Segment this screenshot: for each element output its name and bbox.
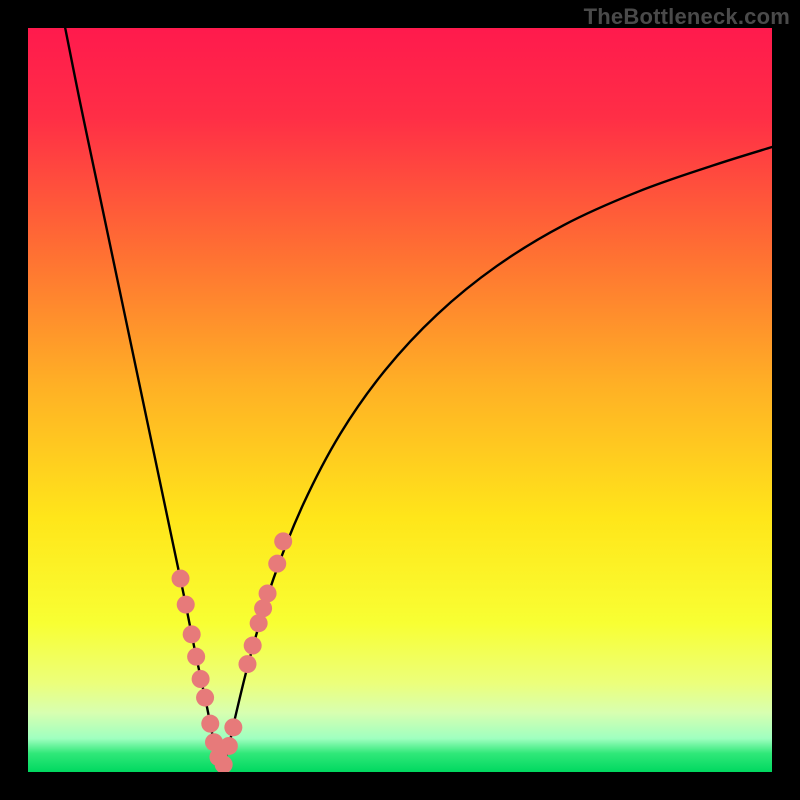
data-marker [220,737,238,755]
data-marker [192,670,210,688]
chart-frame: TheBottleneck.com [0,0,800,800]
data-marker [224,718,242,736]
data-marker [201,715,219,733]
chart-svg [28,28,772,772]
data-marker [244,637,262,655]
data-marker [172,570,190,588]
data-marker [196,689,214,707]
marker-group [172,532,293,772]
data-marker [187,648,205,666]
data-marker [268,555,286,573]
watermark-text: TheBottleneck.com [584,4,790,30]
data-marker [183,625,201,643]
data-marker [177,596,195,614]
plot-area [28,28,772,772]
data-marker [274,532,292,550]
data-marker [259,584,277,602]
curve-right-branch [221,147,772,772]
data-marker [238,655,256,673]
